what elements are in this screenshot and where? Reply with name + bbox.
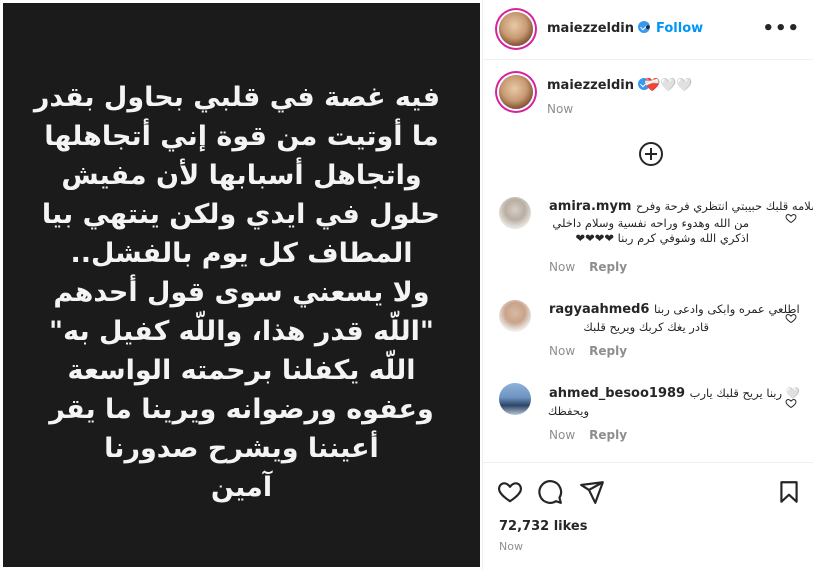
comment-meta: Now Reply <box>549 260 627 274</box>
likes-count[interactable]: 72,732 likes <box>499 519 587 534</box>
reply-button[interactable]: Reply <box>589 344 627 358</box>
bookmark-icon[interactable] <box>776 479 802 505</box>
comment-text: من الله وهدوء وراحه نفسية وسلام داخلي اذ… <box>552 216 749 245</box>
more-options-icon[interactable]: ••• <box>762 18 800 39</box>
post-text-line: واتجاهل أسبابها لأن مفيش <box>61 160 422 191</box>
caption-username-text[interactable]: maiezzeldin <box>547 78 634 93</box>
comment-username[interactable]: amira.mym سلامه قلبك حبيبتي انتظري فرحة … <box>549 199 813 214</box>
post-image[interactable]: فيه غصة في قلبي بحاول بقدر ما أوتيت من ق… <box>3 3 480 567</box>
comment-time[interactable]: Now <box>549 260 575 274</box>
post-text-line: أعيننا ويشرح صدورنا <box>104 433 379 464</box>
comment-time[interactable]: Now <box>549 428 575 442</box>
author-username-header[interactable]: maiezzeldin <box>547 21 651 36</box>
follow-button[interactable]: Follow <box>656 21 703 36</box>
commenter-avatar[interactable] <box>499 300 531 332</box>
comment-heart-icon[interactable] <box>785 397 797 409</box>
separator-dot: • <box>644 21 652 36</box>
post-text-line: المطاف كل يوم بالفشل.. <box>70 238 413 269</box>
post-image-text: فيه غصة في قلبي بحاول بقدر ما أوتيت من ق… <box>33 78 440 507</box>
post-actions: 72,732 likes Now <box>483 462 813 570</box>
reply-button[interactable]: Reply <box>589 260 627 274</box>
comment-username-text[interactable]: ahmed_besoo1989 <box>549 386 685 401</box>
post-text-line: وعفوه ورضوانه ويرينا ما يقر <box>49 394 434 425</box>
post-side-panel: maiezzeldin • Follow ••• maiezzeldin ❤️‍… <box>482 0 813 570</box>
commenter-avatar[interactable] <box>499 383 531 415</box>
comment-icon[interactable] <box>537 479 563 505</box>
post-header: maiezzeldin • Follow ••• <box>483 0 813 60</box>
caption-timestamp[interactable]: Now <box>547 102 573 116</box>
share-icon[interactable] <box>579 479 605 505</box>
post-text-line: حلول في ايدي ولكن ينتهي بيا <box>41 199 440 230</box>
comment-meta: Now Reply <box>549 428 627 442</box>
reply-button[interactable]: Reply <box>589 428 627 442</box>
author-username-text[interactable]: maiezzeldin <box>547 21 634 36</box>
caption-username[interactable]: maiezzeldin <box>547 78 651 93</box>
comment-username-text[interactable]: amira.mym <box>549 199 631 214</box>
post-text-line: اللّه يكفلنا برحمته الواسعة <box>67 355 416 386</box>
comment-username-text[interactable]: ragyaahmed6 <box>549 302 649 317</box>
caption-author-avatar[interactable] <box>499 75 533 109</box>
comment-text: قادر يغك كربك ويريح قلبك <box>583 320 709 334</box>
comment-heart-icon[interactable] <box>785 212 797 224</box>
caption-text: ❤️‍🩹🤍🤍 <box>644 78 693 93</box>
comment-heart-icon[interactable] <box>785 312 797 324</box>
post-text-line: ما أوتيت من قوة إني أتجاهلها <box>44 121 439 152</box>
post-media: فيه غصة في قلبي بحاول بقدر ما أوتيت من ق… <box>0 0 482 570</box>
comment-text-first: سلامه قلبك حبيبتي انتظري فرحة وفرح <box>636 199 813 213</box>
comment-time[interactable]: Now <box>549 344 575 358</box>
instagram-post-view: فيه غصة في قلبي بحاول بقدر ما أوتيت من ق… <box>0 0 813 570</box>
plus-circle-icon[interactable] <box>639 142 663 166</box>
comment-username[interactable]: ahmed_besoo1989 ربنا يريح قلبك يارب 🤍 <box>549 386 800 401</box>
post-text-line: "اللّه قدر هذا، واللّه كفيل به" <box>49 316 434 347</box>
author-avatar[interactable] <box>499 12 533 46</box>
heart-icon[interactable] <box>497 479 523 505</box>
comment-text-first: ربنا يريح قلبك يارب 🤍 <box>689 386 801 400</box>
post-text-line: فيه غصة في قلبي بحاول بقدر <box>33 82 440 113</box>
comment-text: ويحفظك <box>547 404 589 418</box>
comment-username[interactable]: ragyaahmed6 اطلعي عمره وابكى وادعى ربنا <box>549 302 800 317</box>
post-text-line: ولا يسعني سوى قول أحدهم <box>53 277 430 308</box>
comment-text-first: اطلعي عمره وابكى وادعى ربنا <box>654 302 800 316</box>
post-text-line: آمين <box>210 472 273 503</box>
post-timestamp[interactable]: Now <box>499 540 523 553</box>
commenter-avatar[interactable] <box>499 197 531 229</box>
comment-meta: Now Reply <box>549 344 627 358</box>
